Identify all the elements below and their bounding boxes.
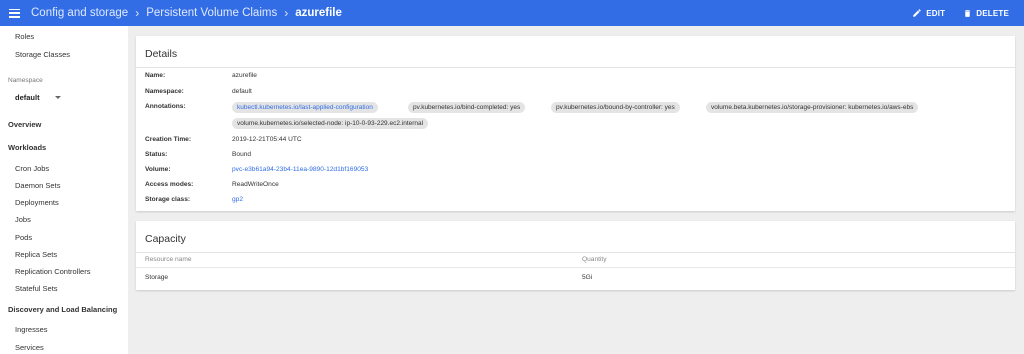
name-value: azurefile bbox=[232, 72, 257, 79]
sidebar-item-daemon-sets[interactable]: Daemon Sets bbox=[15, 181, 60, 190]
capacity-title: Capacity bbox=[145, 233, 186, 245]
edit-label: EDIT bbox=[926, 8, 946, 18]
annotation-chip-selected-node: volume.kubernetes.io/selected-node: ip-1… bbox=[232, 118, 429, 129]
breadcrumb: Config and storage › Persistent Volume C… bbox=[31, 6, 342, 20]
sidebar-item-replication-controllers[interactable]: Replication Controllers bbox=[15, 267, 90, 276]
caret-down-icon bbox=[55, 96, 61, 99]
sidebar-item-roles[interactable]: Roles bbox=[15, 32, 34, 41]
volume-label: Volume: bbox=[145, 166, 171, 173]
sidebar-item-services[interactable]: Services bbox=[15, 343, 44, 352]
breadcrumb-separator-icon: › bbox=[135, 6, 140, 20]
creation-time-value: 2019-12-21T05:44 UTC bbox=[232, 136, 302, 143]
details-title: Details bbox=[145, 48, 178, 60]
sidebar-item-jobs[interactable]: Jobs bbox=[15, 215, 31, 224]
top-app-bar: Config and storage › Persistent Volume C… bbox=[0, 0, 1024, 26]
column-header-resource-name: Resource name bbox=[145, 256, 192, 263]
storage-class-label: Storage class: bbox=[145, 196, 191, 203]
access-modes-label: Access modes: bbox=[145, 181, 194, 188]
breadcrumb-config-and-storage[interactable]: Config and storage bbox=[31, 7, 128, 19]
sidebar-heading-workloads[interactable]: Workloads bbox=[8, 143, 46, 152]
sidebar-item-deployments[interactable]: Deployments bbox=[15, 198, 59, 207]
breadcrumb-persistent-volume-claims[interactable]: Persistent Volume Claims bbox=[146, 7, 277, 19]
delete-label: DELETE bbox=[976, 8, 1009, 18]
sidebar-item-replica-sets[interactable]: Replica Sets bbox=[15, 250, 57, 259]
sidebar-heading-discovery[interactable]: Discovery and Load Balancing bbox=[8, 305, 117, 314]
storage-class-link[interactable]: gp2 bbox=[232, 196, 243, 203]
namespace-label: Namespace: bbox=[145, 88, 184, 95]
details-card: Details Name: azurefile Namespace: defau… bbox=[136, 36, 1015, 211]
status-label: Status: bbox=[145, 151, 168, 158]
annotation-chip-bound-by-controller: pv.kubernetes.io/bound-by-controller: ye… bbox=[551, 102, 680, 113]
delete-button[interactable]: DELETE bbox=[963, 8, 1009, 19]
menu-icon[interactable] bbox=[9, 8, 20, 18]
column-header-quantity: Quantity bbox=[582, 256, 607, 263]
table-cell-resource: Storage bbox=[145, 274, 169, 281]
creation-time-label: Creation Time: bbox=[145, 136, 192, 143]
namespace-value: default bbox=[15, 93, 40, 102]
page-title: azurefile bbox=[295, 7, 342, 19]
namespace-select[interactable]: default bbox=[15, 93, 61, 102]
status-value: Bound bbox=[232, 151, 252, 158]
edit-button[interactable]: EDIT bbox=[912, 8, 945, 18]
volume-link[interactable]: pvc-e3b61a94-23b4-11ea-9890-12d1bf169053 bbox=[232, 166, 368, 173]
annotations-label: Annotations: bbox=[145, 103, 186, 110]
sidebar-item-ingresses[interactable]: Ingresses bbox=[15, 325, 48, 334]
namespace-label: Namespace bbox=[8, 77, 43, 84]
sidebar-item-pods[interactable]: Pods bbox=[15, 233, 32, 242]
annotation-chip-bind-completed: pv.kubernetes.io/bind-completed: yes bbox=[408, 102, 526, 113]
name-label: Name: bbox=[145, 72, 166, 79]
divider bbox=[136, 252, 1015, 253]
sidebar-item-overview[interactable]: Overview bbox=[8, 120, 41, 129]
divider bbox=[136, 267, 1015, 268]
trash-icon bbox=[965, 9, 971, 17]
breadcrumb-separator-icon: › bbox=[284, 6, 289, 20]
sidebar-item-storage-classes[interactable]: Storage Classes bbox=[15, 50, 70, 59]
sidebar: Roles Storage Classes Namespace default … bbox=[0, 26, 128, 354]
annotation-chip-last-applied[interactable]: kubectl.kubernetes.io/last-applied-confi… bbox=[232, 102, 378, 113]
sidebar-item-stateful-sets[interactable]: Stateful Sets bbox=[15, 284, 58, 293]
sidebar-item-cron-jobs[interactable]: Cron Jobs bbox=[15, 164, 49, 173]
pencil-icon bbox=[913, 9, 921, 17]
access-modes-value: ReadWriteOnce bbox=[232, 181, 279, 188]
capacity-card: Capacity Resource name Quantity Storage … bbox=[136, 221, 1015, 290]
table-cell-quantity: 5Gi bbox=[582, 274, 593, 281]
divider bbox=[136, 67, 1015, 68]
annotation-chip-storage-provisioner: volume.beta.kubernetes.io/storage-provis… bbox=[706, 102, 919, 113]
namespace-value: default bbox=[232, 88, 252, 95]
